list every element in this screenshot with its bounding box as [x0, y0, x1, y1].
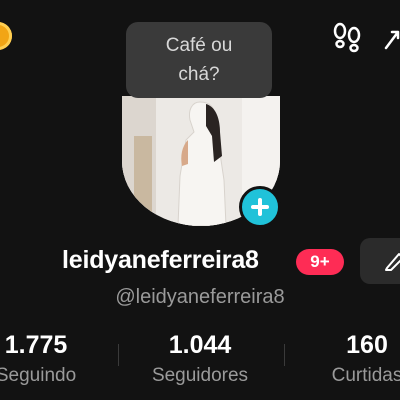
likes-label: Curtidas [331, 365, 400, 386]
notification-badge[interactable]: 9+ [296, 249, 344, 275]
stat-divider [284, 344, 285, 366]
followers-label: Seguidores [151, 365, 249, 386]
profile-handle: @leidyaneferreira8 [115, 286, 285, 308]
profile-screen: Café ou chá? leidyaneferreira8 9+ @leidy… [0, 0, 400, 400]
status-bubble[interactable]: Café ou chá? [126, 22, 272, 98]
stat-divider [118, 344, 119, 366]
share-icon[interactable] [384, 28, 400, 50]
likes-count: 160 [346, 331, 388, 359]
pencil-icon [385, 253, 400, 271]
status-text: Café ou chá? [165, 35, 233, 85]
add-photo-button[interactable] [239, 186, 281, 228]
coin-icon[interactable] [0, 22, 12, 50]
username: leidyaneferreira8 [62, 246, 259, 274]
following-count: 1.775 [4, 331, 68, 359]
following-stat[interactable]: 1.775 Seguindo [0, 330, 86, 390]
likes-stat[interactable]: 160 Curtidas [322, 330, 400, 390]
edit-profile-button[interactable] [360, 238, 400, 284]
following-label: Seguindo [0, 365, 77, 386]
followers-count: 1.044 [168, 331, 232, 359]
followers-stat[interactable]: 1.044 Seguidores [140, 330, 260, 390]
footprints-icon[interactable] [330, 22, 364, 54]
